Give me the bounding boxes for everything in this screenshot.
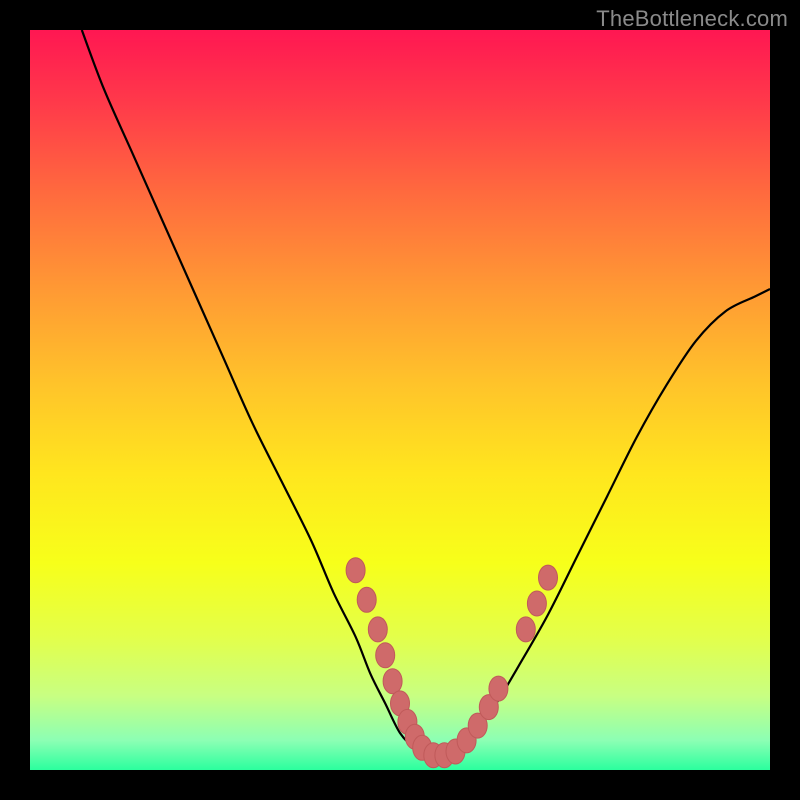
- curve-marker: [383, 669, 402, 694]
- curve-marker: [516, 617, 535, 642]
- chart-frame: TheBottleneck.com: [0, 0, 800, 800]
- bottleneck-curve: [82, 30, 770, 756]
- marker-group: [346, 558, 557, 768]
- curve-marker: [527, 591, 546, 616]
- plot-area: [30, 30, 770, 770]
- curve-marker: [376, 643, 395, 668]
- curve-marker: [357, 587, 376, 612]
- chart-svg: [30, 30, 770, 770]
- watermark-text: TheBottleneck.com: [596, 6, 788, 32]
- curve-marker: [539, 565, 558, 590]
- curve-marker: [368, 617, 387, 642]
- curve-marker: [489, 676, 508, 701]
- curve-marker: [346, 558, 365, 583]
